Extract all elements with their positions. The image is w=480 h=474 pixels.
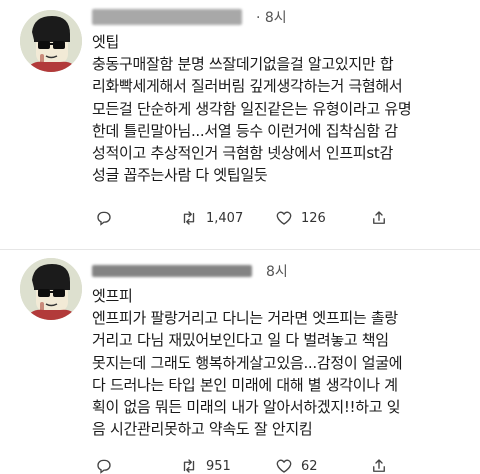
- tweet-line: 거리고 다님 재밌어보인다고 일 다 벌려놓고 책임: [92, 331, 389, 350]
- retweet-icon: [183, 459, 195, 473]
- heart-icon: [276, 459, 292, 473]
- reply-icon: [97, 211, 111, 226]
- tweet-card[interactable]: · 8시 엣팁충동구매잘함 분명 쓰잘데기없을걸 알고있지만 합리화빡세게해서 …: [0, 0, 480, 250]
- redacted-username: [92, 265, 252, 277]
- tweet-header: · 8시: [92, 6, 287, 28]
- reply-button[interactable]: [95, 209, 121, 227]
- redacted-username: [92, 9, 242, 25]
- retweet-button[interactable]: 951: [180, 457, 231, 474]
- share-button[interactable]: [370, 457, 388, 474]
- cartoon-boy-sunglasses-icon: [20, 258, 82, 320]
- tweet-line: 엣팁: [92, 33, 120, 51]
- tweet-timestamp[interactable]: 8시: [266, 261, 288, 281]
- tweet-line: 한데 틀린말아님...서열 등수 이런거에 집착심함 감: [92, 121, 398, 140]
- retweet-button[interactable]: 1,407: [180, 209, 243, 227]
- tweet-line: 성글 꼽주는사람 다 엣팁일듯: [92, 166, 268, 185]
- tweet-line: 성적이고 추상적인거 극혐함 넷상에서 인프피st감: [92, 144, 393, 163]
- tweet-line: 충동구매잘함 분명 쓰잘데기없을걸 알고있지만 합: [92, 55, 394, 74]
- retweet-count: 1,407: [206, 210, 244, 226]
- retweet-count: 951: [206, 458, 231, 474]
- like-count: 62: [301, 458, 318, 474]
- tweet-card[interactable]: 8시 엣프피엔프피가 팔랑거리고 다니는 거라면 엣프피는 촐랑거리고 다님 재…: [0, 250, 480, 474]
- share-icon: [373, 459, 385, 472]
- cartoon-boy-sunglasses-icon: [20, 10, 82, 72]
- avatar[interactable]: [20, 10, 82, 72]
- avatar[interactable]: [20, 258, 82, 320]
- share-button[interactable]: [370, 209, 388, 227]
- tweet-line: 엣프피: [92, 287, 133, 305]
- tweet-line: 모든걸 단순하게 생각함 일진같은는 유형이라고 유명: [92, 99, 412, 118]
- tweet-line: 엔프피가 팔랑거리고 다니는 거라면 엣프피는 촐랑: [92, 309, 398, 328]
- like-button[interactable]: 126: [275, 209, 326, 227]
- like-button[interactable]: 62: [275, 457, 318, 474]
- like-count: 126: [301, 210, 326, 226]
- heart-icon: [276, 211, 292, 225]
- reply-icon: [97, 459, 111, 474]
- tweet-line: 못지는데 그래도 행복하게살고있음...감정이 얼굴에: [92, 353, 403, 372]
- tweet-header: 8시: [92, 260, 288, 282]
- tweet-line: 획이 없음 뭐든 미래의 내가 알아서하겠지!!하고 잊: [92, 398, 401, 417]
- retweet-icon: [183, 211, 195, 225]
- tweet-line: 음 시간관리못하고 약속도 잘 안지킴: [92, 420, 313, 439]
- tweet-text: 엣팁충동구매잘함 분명 쓰잘데기없을걸 알고있지만 합리화빡세게해서 질러버림 …: [92, 31, 472, 186]
- reply-button[interactable]: [95, 457, 121, 474]
- tweet-line: 다 드러나는 타입 본인 미래에 대해 별 생각이나 계: [92, 375, 398, 394]
- tweet-timestamp[interactable]: · 8시: [256, 7, 287, 27]
- tweet-text: 엣프피엔프피가 팔랑거리고 다니는 거라면 엣프피는 촐랑거리고 다님 재밌어보…: [92, 285, 472, 440]
- share-icon: [373, 211, 385, 224]
- tweet-line: 리화빡세게해서 질러버림 깊게생각하는거 극혐해서: [92, 77, 403, 96]
